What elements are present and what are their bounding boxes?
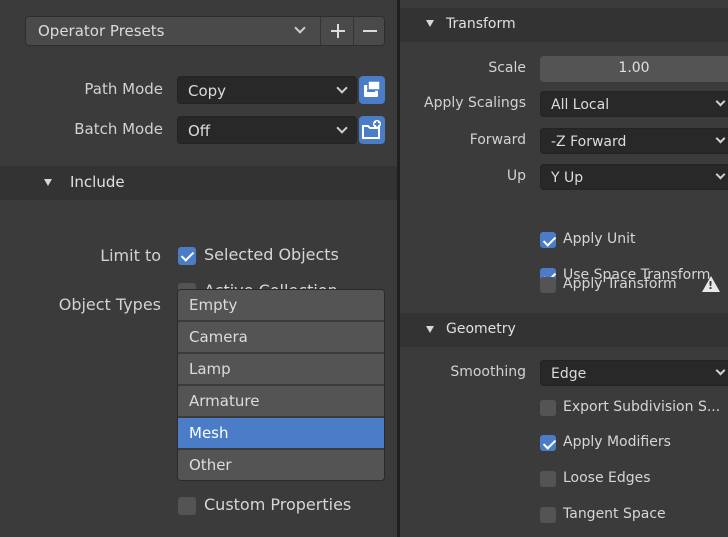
operator-presets-label: Operator Presets xyxy=(38,22,165,40)
operator-presets-dropdown[interactable]: Operator Presets xyxy=(26,17,321,45)
geometry-section-title: Geometry xyxy=(446,321,516,337)
custom-properties-label: Custom Properties xyxy=(204,495,352,514)
scale-field[interactable]: 1.00 xyxy=(540,56,728,82)
chevron-down-icon xyxy=(715,169,726,180)
chevron-down-icon xyxy=(336,82,348,94)
chevron-down-icon xyxy=(715,365,726,376)
apply-modifiers-checkbox[interactable] xyxy=(540,435,556,451)
transform-section-header[interactable]: Transform xyxy=(400,8,728,42)
apply-scalings-label: Apply Scalings xyxy=(424,95,526,111)
object-type-other[interactable]: Other xyxy=(178,450,384,480)
smoothing-label: Smoothing xyxy=(450,364,526,380)
apply-unit-label: Apply Unit xyxy=(563,231,636,247)
apply-scalings-value: All Local xyxy=(551,97,610,113)
chevron-down-icon xyxy=(294,22,306,34)
tangent-space-checkbox[interactable] xyxy=(540,507,556,523)
apply-modifiers-label: Apply Modifiers xyxy=(563,434,671,450)
selected-objects-checkbox[interactable] xyxy=(178,247,196,265)
smoothing-dropdown[interactable]: Edge xyxy=(540,360,728,386)
path-mode-label: Path Mode xyxy=(84,80,163,98)
forward-value: -Z Forward xyxy=(551,134,627,150)
include-section-title: Include xyxy=(70,173,125,191)
batch-mode-label: Batch Mode xyxy=(74,120,163,138)
up-value: Y Up xyxy=(551,170,584,186)
pack-files-button[interactable] xyxy=(359,76,385,104)
minus-icon xyxy=(363,30,377,32)
disclosure-triangle-icon xyxy=(44,179,52,186)
new-folder-button[interactable] xyxy=(359,116,385,144)
disclosure-triangle-icon xyxy=(426,20,434,27)
chevron-down-icon xyxy=(336,122,348,134)
chevron-down-icon xyxy=(715,96,726,107)
scale-value: 1.00 xyxy=(618,60,650,76)
pack-files-icon xyxy=(364,80,381,97)
object-type-mesh[interactable]: Mesh xyxy=(178,418,384,449)
remove-preset-button[interactable] xyxy=(354,17,386,45)
object-type-armature[interactable]: Armature xyxy=(178,386,384,417)
object-type-lamp[interactable]: Lamp xyxy=(178,354,384,385)
apply-transform-checkbox[interactable] xyxy=(540,277,556,293)
path-mode-dropdown[interactable]: Copy xyxy=(177,76,357,104)
apply-unit-checkbox[interactable] xyxy=(540,232,556,248)
include-section-header[interactable]: Include xyxy=(0,166,397,200)
export-subdivision-checkbox[interactable] xyxy=(540,400,556,416)
selected-objects-label: Selected Objects xyxy=(204,245,339,264)
new-folder-icon xyxy=(362,120,381,139)
export-subdivision-label: Export Subdivision S... xyxy=(563,399,721,415)
object-types-list: Empty Camera Lamp Armature Mesh Other xyxy=(177,289,385,481)
geometry-section-header[interactable]: Geometry xyxy=(400,313,728,347)
up-label: Up xyxy=(506,168,526,184)
batch-mode-value: Off xyxy=(188,122,211,140)
limit-to-label: Limit to xyxy=(100,246,161,265)
path-mode-value: Copy xyxy=(188,82,227,100)
forward-label: Forward xyxy=(469,132,526,148)
custom-properties-checkbox[interactable] xyxy=(178,497,196,515)
object-type-camera[interactable]: Camera xyxy=(178,322,384,353)
add-preset-button[interactable] xyxy=(322,17,354,45)
apply-transform-label: Apply Transform xyxy=(563,276,677,292)
tangent-space-label: Tangent Space xyxy=(563,506,666,522)
batch-mode-dropdown[interactable]: Off xyxy=(177,116,357,144)
loose-edges-label: Loose Edges xyxy=(563,470,651,486)
transform-section-title: Transform xyxy=(446,16,516,32)
object-types-label: Object Types xyxy=(58,295,161,314)
apply-scalings-dropdown[interactable]: All Local xyxy=(540,91,728,117)
smoothing-value: Edge xyxy=(551,366,587,382)
forward-dropdown[interactable]: -Z Forward xyxy=(540,128,728,154)
warning-icon xyxy=(702,276,720,292)
operator-presets-row: Operator Presets xyxy=(25,16,385,46)
object-type-empty[interactable]: Empty xyxy=(178,290,384,321)
chevron-down-icon xyxy=(715,133,726,144)
loose-edges-checkbox[interactable] xyxy=(540,471,556,487)
scale-label: Scale xyxy=(488,60,526,76)
up-dropdown[interactable]: Y Up xyxy=(540,164,728,190)
disclosure-triangle-icon xyxy=(426,326,434,333)
